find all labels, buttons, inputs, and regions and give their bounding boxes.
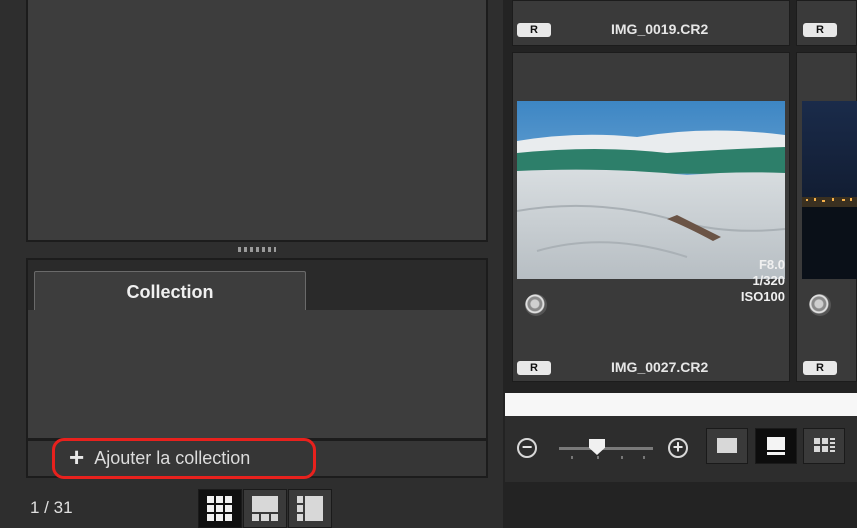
preview-area: [26, 0, 488, 242]
zoom-tick: [571, 456, 573, 459]
add-collection-button[interactable]: + Ajouter la collection: [52, 438, 316, 479]
raw-badge: R: [517, 361, 551, 375]
minus-circle-icon: −: [521, 437, 533, 457]
horizontal-scrollbar[interactable]: [505, 393, 857, 416]
exif-aperture: F8.0: [758, 257, 785, 272]
details-thumbnail-icon: [814, 438, 835, 452]
split-view-button[interactable]: [288, 489, 332, 528]
raw-badge: R: [517, 23, 551, 37]
zoom-tick: [643, 456, 645, 459]
details-thumbnail-button[interactable]: [803, 428, 845, 464]
collection-list: [28, 310, 486, 438]
thumbnail-cell[interactable]: F8.0 1/320 ISO100 R IMG_0027.CR2: [512, 52, 790, 382]
zoom-in-button[interactable]: +: [668, 438, 688, 458]
plus-circle-icon: +: [672, 437, 684, 457]
medium-thumbnail-button[interactable]: [755, 428, 797, 464]
thumbnail-cell[interactable]: R: [796, 52, 857, 382]
plus-icon: +: [69, 442, 85, 472]
check-mark-icon[interactable]: [525, 294, 547, 316]
grid-view-button[interactable]: [198, 489, 242, 528]
add-collection-label: Ajouter la collection: [94, 448, 251, 468]
split-view-icon: [297, 496, 323, 521]
exif-iso: ISO100: [740, 289, 785, 304]
photo-desert-lagoon: [517, 101, 785, 279]
thumbnail-cell[interactable]: R: [796, 0, 857, 46]
zoom-slider[interactable]: [559, 447, 653, 450]
zoom-tick: [621, 456, 623, 459]
tab-collection[interactable]: Collection: [34, 271, 306, 311]
zoom-out-button[interactable]: −: [517, 438, 537, 458]
zoom-tick: [597, 456, 599, 459]
small-thumbnail-icon: [717, 438, 737, 453]
image-counter: 1 / 31: [30, 498, 73, 517]
filmstrip-view-icon: [252, 496, 278, 521]
small-thumbnail-button[interactable]: [706, 428, 748, 464]
thumbnail-cell[interactable]: R IMG_0019.CR2: [512, 0, 790, 46]
check-mark-icon[interactable]: [809, 294, 831, 316]
raw-badge: R: [803, 361, 837, 375]
filmstrip-view-button[interactable]: [243, 489, 287, 528]
grid-view-icon: [207, 496, 232, 521]
exif-shutter: 1/320: [752, 273, 785, 288]
thumbnail-filename: IMG_0027.CR2: [611, 359, 709, 375]
thumbnail-filename: IMG_0019.CR2: [611, 21, 709, 37]
exif-info: F8.0 1/320 ISO100: [741, 257, 785, 305]
medium-thumbnail-icon: [767, 437, 785, 455]
panel-splitter-handle[interactable]: [238, 247, 276, 252]
raw-badge: R: [803, 23, 837, 37]
photo-night-city: [802, 101, 857, 279]
